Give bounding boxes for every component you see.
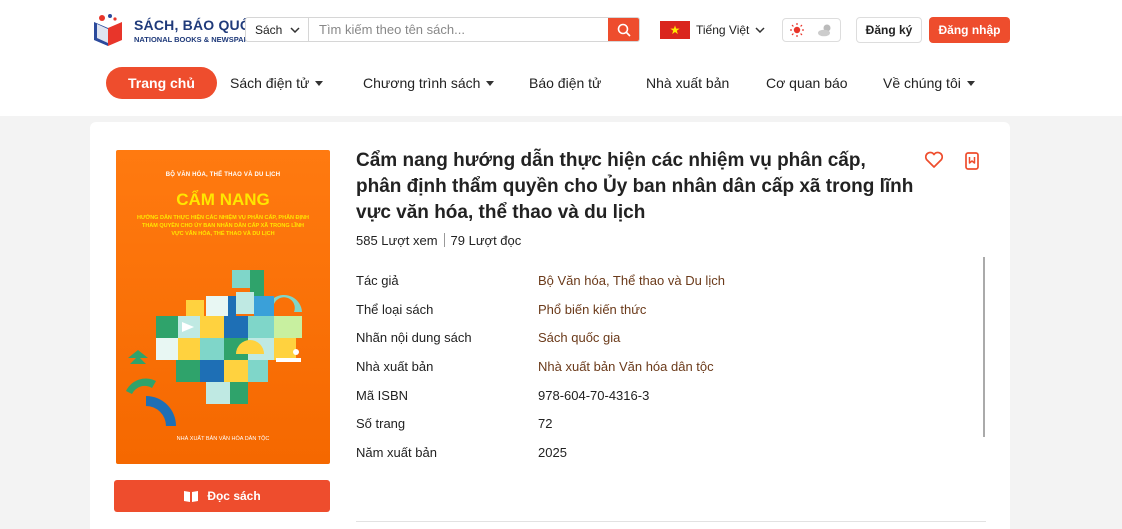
cover-illustration <box>126 270 302 426</box>
read-book-button[interactable]: Đọc sách <box>114 480 330 512</box>
open-book-icon <box>184 491 199 502</box>
cover-organization: BỘ VĂN HÓA, THỂ THAO VÀ DU LỊCH <box>165 172 281 178</box>
nav-item-enewspapers[interactable]: Báo điện tử <box>529 67 601 99</box>
detail-label: Nhà xuất bản <box>356 358 434 374</box>
search-input[interactable] <box>309 18 608 41</box>
search-button[interactable] <box>608 18 639 41</box>
nav-item-home[interactable]: Trang chủ <box>106 67 217 99</box>
detail-row-year: Năm xuất bản 2025 <box>356 438 976 467</box>
page-count-value: 72 <box>538 416 553 432</box>
theme-toggle[interactable] <box>782 18 841 42</box>
caret-down-icon <box>486 80 495 86</box>
detail-row-pages: Số trang 72 <box>356 409 976 438</box>
cover-title: CẨM NANG <box>176 190 270 209</box>
book-cover[interactable]: BỘ VĂN HÓA, THỂ THAO VÀ DU LỊCH CẨM NANG… <box>116 150 330 464</box>
nav-item-label: Báo điện tử <box>529 75 602 91</box>
moon-cloud-icon[interactable] <box>816 23 834 37</box>
login-button[interactable]: Đăng nhập <box>929 17 1010 43</box>
detail-row-category: Thể loại sách Phổ biến kiến thức <box>356 295 976 324</box>
vietnam-flag-icon: ★ <box>660 21 690 39</box>
detail-row-author: Tác giả Bộ Văn hóa, Thể thao và Du lịch <box>356 266 976 295</box>
author-link[interactable]: Bộ Văn hóa, Thể thao và Du lịch <box>538 273 725 288</box>
read-count: 79 Lượt đọc <box>450 233 522 248</box>
sun-icon[interactable] <box>789 22 805 38</box>
publisher-link[interactable]: Nhà xuất bản Văn hóa dân tộc <box>538 359 714 374</box>
chevron-down-icon <box>755 27 765 33</box>
site-header: SÁCH, BÁO QUỐC GIA NATIONAL BOOKS & NEWS… <box>0 0 1122 116</box>
section-divider <box>356 521 986 522</box>
stats-divider <box>443 233 445 247</box>
publish-year-value: 2025 <box>538 444 567 460</box>
book-title: Cẩm nang hướng dẫn thực hiện các nhiệm v… <box>356 150 914 223</box>
search-category-label: Sách <box>255 22 283 37</box>
caret-down-icon <box>966 80 975 86</box>
isbn-value: 978-604-70-4316-3 <box>538 387 650 403</box>
language-selector[interactable]: ★ Tiếng Việt <box>660 21 765 39</box>
cover-publisher: NHÀ XUẤT BẢN VĂN HÓA DÂN TỘC <box>176 436 270 442</box>
nav-item-label: Nhà xuất bản <box>646 75 730 91</box>
category-link[interactable]: Phổ biến kiến thức <box>538 302 646 317</box>
search-icon <box>617 23 631 37</box>
nav-item-label: Chương trình sách <box>363 75 481 91</box>
caret-down-icon <box>315 80 324 86</box>
book-details: Tác giả Bộ Văn hóa, Thể thao và Du lịch … <box>356 266 976 467</box>
nav-item-ebooks[interactable]: Sách điện tử <box>230 67 324 99</box>
details-scrollbar[interactable] <box>983 257 985 437</box>
nav-item-book-programs[interactable]: Chương trình sách <box>363 67 495 99</box>
register-button[interactable]: Đăng ký <box>856 17 922 43</box>
detail-row-publisher: Nhà xuất bản Nhà xuất bản Văn hóa dân tộ… <box>356 352 976 381</box>
main-nav: Trang chủ Sách điện tử Chương trình sách… <box>106 67 1006 99</box>
book-stats: 585 Lượt xem 79 Lượt đọc <box>356 233 521 248</box>
nav-item-label: Về chúng tôi <box>883 75 961 91</box>
logo-icon <box>88 12 128 48</box>
nav-item-about-us[interactable]: Về chúng tôi <box>883 67 975 99</box>
content-tag-link[interactable]: Sách quốc gia <box>538 330 620 345</box>
view-count: 585 Lượt xem <box>356 233 438 248</box>
detail-row-isbn: Mã ISBN 978-604-70-4316-3 <box>356 381 976 410</box>
detail-row-content-tag: Nhãn nội dung sách Sách quốc gia <box>356 323 976 352</box>
nav-item-publishers[interactable]: Nhà xuất bản <box>646 67 729 99</box>
nav-item-news-agencies[interactable]: Cơ quan báo <box>766 67 848 99</box>
nav-item-label: Sách điện tử <box>230 75 310 91</box>
detail-label: Mã ISBN <box>356 387 409 403</box>
search-bar: Sách <box>245 17 640 42</box>
search-category-select[interactable]: Sách <box>246 18 309 41</box>
read-book-label: Đọc sách <box>207 489 261 503</box>
bookmark-icon[interactable] <box>963 151 981 171</box>
nav-item-label: Cơ quan báo <box>766 75 848 91</box>
detail-label: Năm xuất bản <box>356 444 437 460</box>
detail-label: Thể loại sách <box>356 301 434 317</box>
nav-item-label: Trang chủ <box>128 75 195 91</box>
language-label: Tiếng Việt <box>696 23 750 37</box>
cover-subtitle: HƯỚNG DẪN THỰC HIỆN CÁC NHIỆM VỤ PHÂN CẤ… <box>136 215 309 237</box>
chevron-down-icon <box>290 26 300 33</box>
detail-label: Tác giả <box>356 272 399 288</box>
detail-label: Nhãn nội dung sách <box>356 330 472 346</box>
heart-icon[interactable] <box>924 151 944 169</box>
detail-label: Số trang <box>356 416 406 432</box>
